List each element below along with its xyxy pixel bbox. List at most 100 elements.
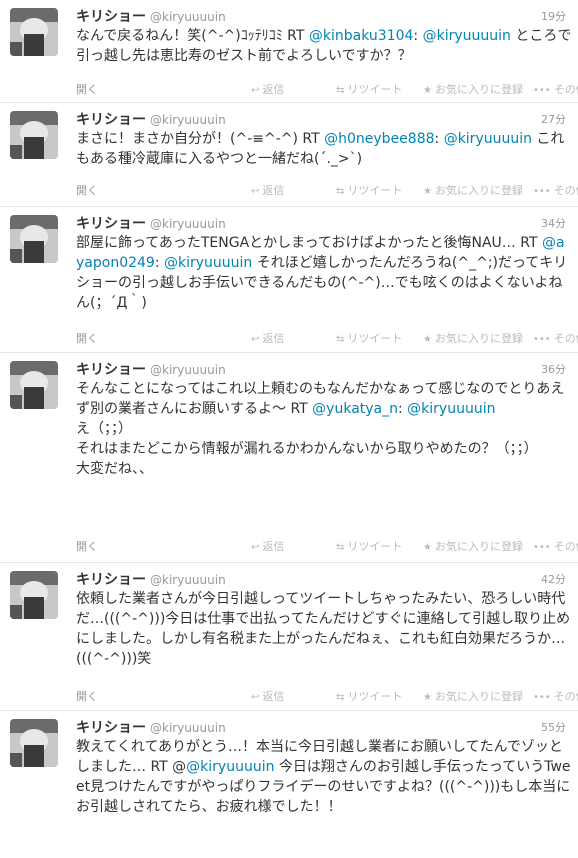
tweet[interactable]: キリショー @kiryuuuuin 55分 教えてくれてありがとう…！本当に今日引… (0, 711, 578, 858)
user-name[interactable]: キリショー @kiryuuuuin (76, 6, 226, 26)
favorite-button[interactable]: ★ お気に入りに登録 (423, 539, 523, 556)
reply-icon: ↩ (251, 186, 260, 197)
reply-button[interactable]: ↩ 返信 (251, 183, 284, 200)
mention-link[interactable]: @kiryuuuuin (444, 131, 532, 147)
mention-link[interactable]: @kiryuuuuin (423, 28, 511, 44)
avatar[interactable] (10, 215, 58, 263)
retweet-icon: ⇆ (336, 186, 345, 197)
tweet[interactable]: キリショー @kiryuuuuin 42分 依頼した業者さんが今日引越しってツイー… (0, 563, 578, 711)
more-button[interactable]: •••その他 (533, 82, 578, 99)
more-button[interactable]: •••その他 (533, 539, 578, 556)
user-handle[interactable]: @kiryuuuuin (150, 573, 226, 587)
more-button[interactable]: •••その他 (533, 183, 578, 200)
mention-link[interactable]: @yukatya_n (312, 401, 398, 417)
tweet-text: まさに！まさか自分が！(^-≡^-^) RT @h0neybee888: @ki… (76, 129, 572, 169)
reply-button[interactable]: ↩ 返信 (251, 539, 284, 556)
tweet-timestamp[interactable]: 36分 (541, 361, 566, 377)
favorite-button[interactable]: ★ お気に入りに登録 (423, 183, 523, 200)
favorite-button[interactable]: ★ お気に入りに登録 (423, 82, 523, 99)
tweet-text-part: なんで戻るねん！笑(^-^)ｺｯﾃﾘｺﾐ RT (76, 28, 309, 44)
tweet[interactable]: キリショー @kiryuuuuin 27分 まさに！まさか自分が！(^-≡^-^)… (0, 103, 578, 207)
retweet-icon: ⇆ (336, 85, 345, 96)
star-icon: ★ (423, 334, 432, 345)
user-handle[interactable]: @kiryuuuuin (150, 721, 226, 735)
user-name[interactable]: キリショー @kiryuuuuin (76, 213, 226, 233)
user-handle[interactable]: @kiryuuuuin (150, 10, 226, 24)
tweet-actions: 開く ↩返信 ⇆リツイート ★お気に入りに登録 •••その他 (76, 689, 578, 706)
retweet-button[interactable]: ⇆ リツイート (336, 539, 402, 556)
tweet-text: 依頼した業者さんが今日引越しってツイートしちゃったみたい、恐ろしい時代だ…(((… (76, 589, 572, 669)
avatar[interactable] (10, 8, 58, 56)
tweet-text: そんなことになってはこれ以上頼むのもなんだかなぁって感じなのでとりあえず別の業者… (76, 379, 572, 479)
mention-link[interactable]: @kiryuuuuin (164, 255, 252, 271)
reply-button[interactable]: ↩ 返信 (251, 82, 284, 99)
mention-link[interactable]: @h0neybee888 (324, 131, 434, 147)
tweet-actions: 開く ↩返信 ⇆リツイート ★お気に入りに登録 •••その他 (76, 539, 578, 556)
tweet[interactable]: キリショー @kiryuuuuin 19分 なんで戻るねん！笑(^-^)ｺｯﾃﾘｺ… (0, 0, 578, 103)
user-name[interactable]: キリショー @kiryuuuuin (76, 717, 226, 737)
tweet-text-part: : (154, 255, 164, 271)
mention-link[interactable]: @kiryuuuuin (407, 401, 495, 417)
avatar[interactable] (10, 111, 58, 159)
open-link[interactable]: 開く (76, 331, 98, 347)
retweet-button[interactable]: ⇆ リツイート (336, 331, 402, 348)
open-link[interactable]: 開く (76, 689, 98, 705)
reply-button[interactable]: ↩ 返信 (251, 689, 284, 706)
tweet-text-part: 部屋に飾ってあったTENGAとかしまっておけばよかったと後悔NAU… RT (76, 235, 542, 251)
tweet[interactable]: キリショー @kiryuuuuin 34分 部屋に飾ってあったTENGAとかしまっ… (0, 207, 578, 353)
user-handle[interactable]: @kiryuuuuin (150, 113, 226, 127)
tweet-text: 部屋に飾ってあったTENGAとかしまっておけばよかったと後悔NAU… RT @a… (76, 233, 572, 313)
star-icon: ★ (423, 542, 432, 553)
tweet-text-part: 依頼した業者さんが今日引越しってツイートしちゃったみたい、恐ろしい時代だ…(((… (76, 591, 571, 667)
tweet-text-part: : (434, 131, 444, 147)
more-icon: ••• (533, 542, 551, 553)
reply-icon: ↩ (251, 692, 260, 703)
user-name[interactable]: キリショー @kiryuuuuin (76, 569, 226, 589)
tweet-actions: 開く ↩返信 ⇆リツイート ★お気に入りに登録 •••その他 (76, 82, 578, 99)
retweet-button[interactable]: ⇆ リツイート (336, 183, 402, 200)
favorite-button[interactable]: ★ お気に入りに登録 (423, 689, 523, 706)
retweet-icon: ⇆ (336, 542, 345, 553)
tweet-text-part: え（；；） それはまたどこから情報が漏れるかわかんないから取りやめたの？（；；）… (76, 421, 538, 477)
user-handle[interactable]: @kiryuuuuin (150, 217, 226, 231)
star-icon: ★ (423, 85, 432, 96)
more-button[interactable]: •••その他 (533, 331, 578, 348)
avatar[interactable] (10, 571, 58, 619)
star-icon: ★ (423, 692, 432, 703)
mention-link[interactable]: @kiryuuuuin (186, 759, 274, 775)
favorite-button[interactable]: ★ お気に入りに登録 (423, 331, 523, 348)
user-name[interactable]: キリショー @kiryuuuuin (76, 359, 226, 379)
more-icon: ••• (533, 186, 551, 197)
tweet[interactable]: キリショー @kiryuuuuin 36分 そんなことになってはこれ以上頼むのもな… (0, 353, 578, 563)
retweet-icon: ⇆ (336, 334, 345, 345)
more-icon: ••• (533, 85, 551, 96)
reply-icon: ↩ (251, 85, 260, 96)
tweet-timestamp[interactable]: 55分 (541, 719, 566, 735)
tweet-text-part: まさに！まさか自分が！(^-≡^-^) RT (76, 131, 325, 147)
retweet-button[interactable]: ⇆ リツイート (336, 689, 402, 706)
tweet-timestamp[interactable]: 19分 (541, 8, 566, 24)
open-link[interactable]: 開く (76, 539, 98, 555)
timeline: キリショー @kiryuuuuin 19分 なんで戻るねん！笑(^-^)ｺｯﾃﾘｺ… (0, 0, 578, 858)
more-button[interactable]: •••その他 (533, 689, 578, 706)
tweet-text-part: : (413, 28, 423, 44)
user-handle[interactable]: @kiryuuuuin (150, 363, 226, 377)
tweet-text: なんで戻るねん！笑(^-^)ｺｯﾃﾘｺﾐ RT @kinbaku3104: @k… (76, 26, 572, 66)
reply-icon: ↩ (251, 542, 260, 553)
open-link[interactable]: 開く (76, 183, 98, 199)
avatar[interactable] (10, 719, 58, 767)
mention-link[interactable]: @kinbaku3104 (309, 28, 414, 44)
tweet-text-part: : (398, 401, 408, 417)
more-icon: ••• (533, 334, 551, 345)
tweet-timestamp[interactable]: 34分 (541, 215, 566, 231)
avatar[interactable] (10, 361, 58, 409)
retweet-button[interactable]: ⇆ リツイート (336, 82, 402, 99)
tweet-timestamp[interactable]: 42分 (541, 571, 566, 587)
reply-button[interactable]: ↩ 返信 (251, 331, 284, 348)
open-link[interactable]: 開く (76, 82, 98, 98)
retweet-icon: ⇆ (336, 692, 345, 703)
user-name[interactable]: キリショー @kiryuuuuin (76, 109, 226, 129)
reply-icon: ↩ (251, 334, 260, 345)
tweet-actions: 開く ↩返信 ⇆リツイート ★お気に入りに登録 •••その他 (76, 331, 578, 348)
tweet-timestamp[interactable]: 27分 (541, 111, 566, 127)
